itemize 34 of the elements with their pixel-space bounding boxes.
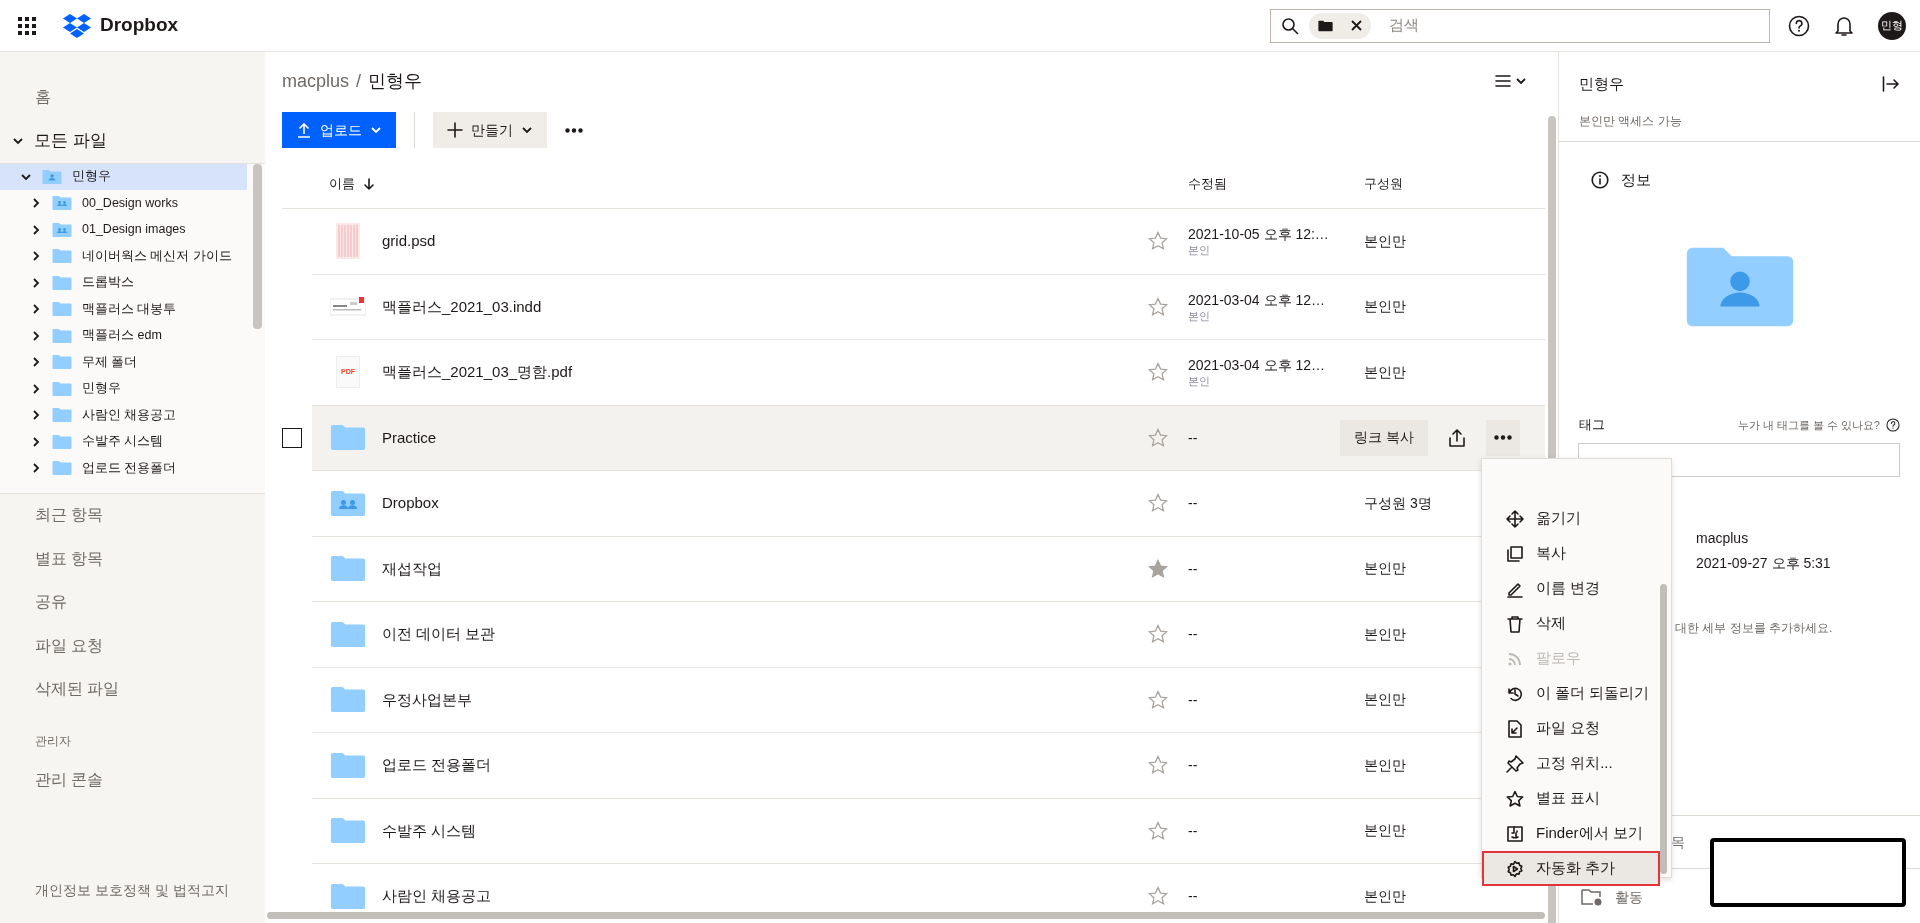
modified-date: -- <box>1188 756 1199 775</box>
members-text: 본인만 <box>1364 560 1406 577</box>
members-text: 본인만 <box>1364 363 1406 380</box>
members-text: 본인만 <box>1364 887 1406 904</box>
members-text: 본인만 <box>1364 625 1406 642</box>
created-date: 2021-09-27 오후 5:31 <box>1696 554 1832 573</box>
members-text: 본인만 <box>1364 232 1406 249</box>
modified-date: -- <box>1188 559 1199 578</box>
modified-date: -- <box>1188 690 1199 709</box>
modified-date: -- <box>1188 428 1199 447</box>
modified-by: 본인 <box>1188 374 1211 389</box>
breadcrumb-separator: / <box>356 69 362 93</box>
modified-by: 본인 <box>1188 308 1211 323</box>
modified-date: -- <box>1188 494 1199 513</box>
app-name: Dropbox <box>100 13 179 38</box>
members-text: 본인만 <box>1364 822 1406 839</box>
modified-date: 2021-03-04 오후 12… <box>1188 356 1326 375</box>
tags-label: 태그 <box>1579 416 1605 435</box>
members-text: 본인만 <box>1364 756 1406 773</box>
owner-name: macplus <box>1696 529 1750 548</box>
section-heading: 관리자 <box>35 733 71 750</box>
access-text: 본인만 액세스 가능 <box>1579 114 1682 128</box>
modified-date: -- <box>1188 821 1199 840</box>
modified-date: -- <box>1188 887 1199 906</box>
members-text: 본인만 <box>1364 298 1406 315</box>
members-text: 본인만 <box>1364 691 1406 708</box>
members-text: 구성원 3명 <box>1364 494 1432 511</box>
modified-date: -- <box>1188 625 1199 644</box>
panel-title: 민형우 <box>1579 73 1624 94</box>
modified-date: 2021-10-05 오후 12:… <box>1188 225 1330 244</box>
modified-date: 2021-03-04 오후 12… <box>1188 290 1326 309</box>
hint-text: 대한 세부 정보를 추가하세요. <box>1675 621 1833 635</box>
breadcrumb-item: 민형우 <box>368 69 423 93</box>
modified-by: 본인 <box>1188 243 1211 258</box>
